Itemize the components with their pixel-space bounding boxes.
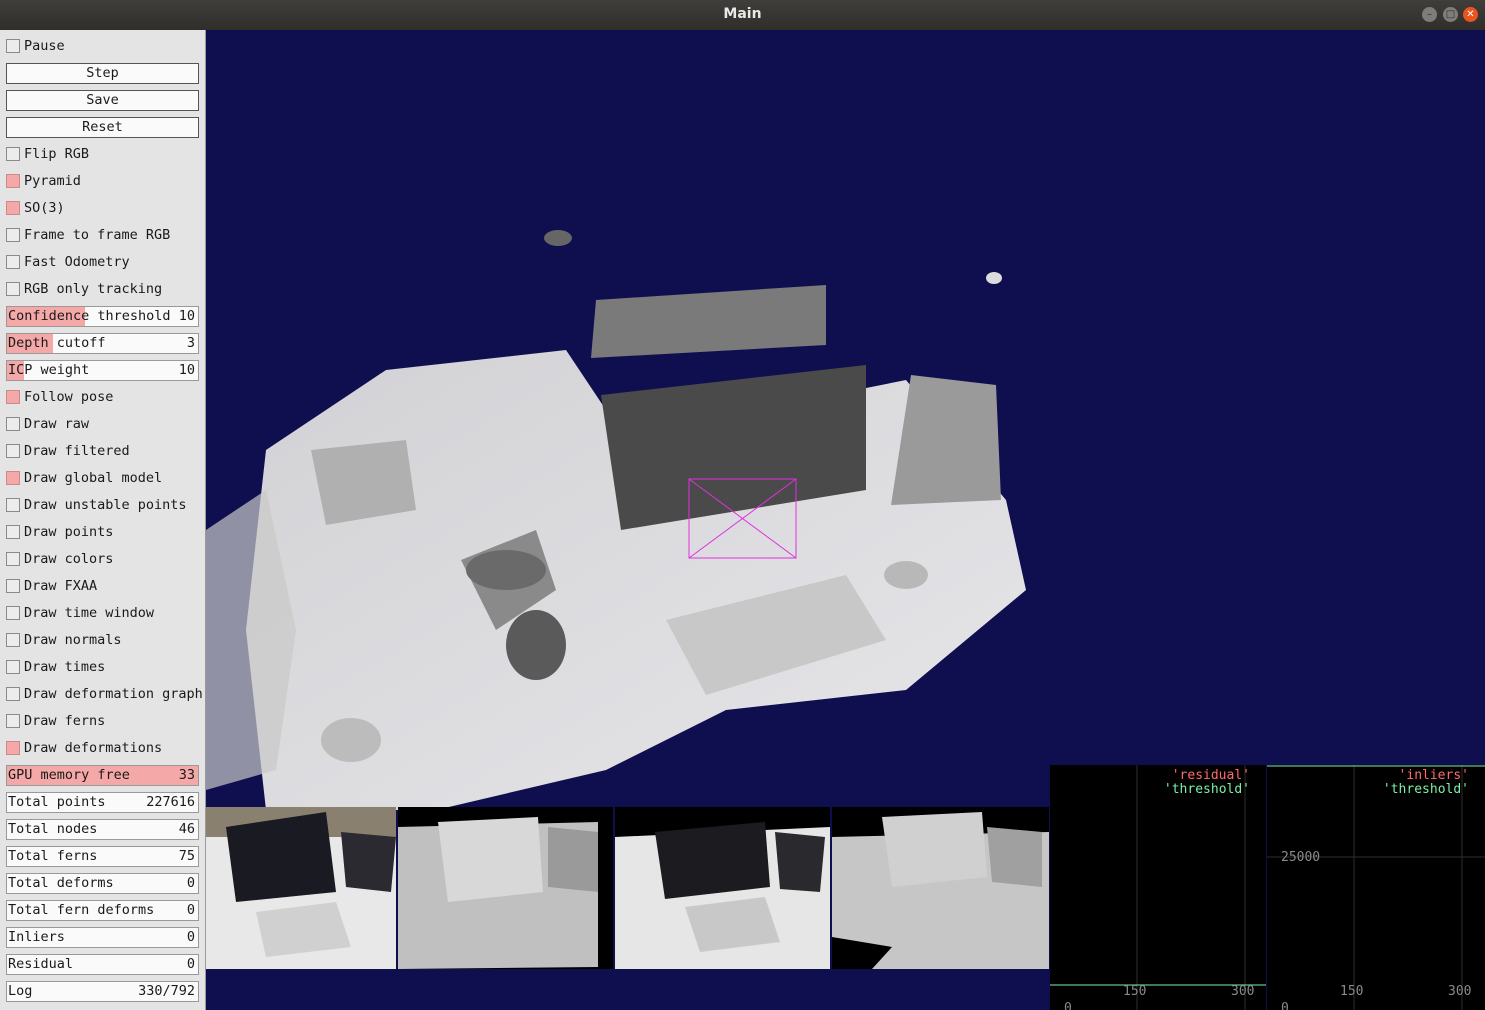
draw-raw-checkbox[interactable]: Draw raw <box>6 415 199 435</box>
checkbox-box[interactable] <box>6 174 20 188</box>
draw-time-window-checkbox[interactable]: Draw time window <box>6 604 199 624</box>
maximize-icon[interactable]: □ <box>1443 7 1458 22</box>
residual-plot-canvas <box>1050 765 1266 1010</box>
pyramid-checkbox[interactable]: Pyramid <box>6 172 199 192</box>
checkbox-box[interactable] <box>6 741 20 755</box>
checkbox-box[interactable] <box>6 579 20 593</box>
frame-to-frame-rgb-checkbox[interactable]: Frame to frame RGB <box>6 226 199 246</box>
flip-rgb-checkbox[interactable]: Flip RGB <box>6 145 199 165</box>
window-titlebar: Main – □ ✕ <box>0 0 1485 30</box>
step-button[interactable]: Step <box>6 63 199 84</box>
draw-ferns-checkbox[interactable]: Draw ferns <box>6 712 199 732</box>
draw-deformation-graph-checkbox[interactable]: Draw deformation graph <box>6 685 203 705</box>
window-title: Main <box>723 6 762 22</box>
object-6 <box>544 230 572 246</box>
residual-plot: 'residual' 'threshold' 150 300 0 <box>1050 765 1266 1010</box>
inliers-plot-canvas <box>1267 765 1485 1010</box>
checkbox-box[interactable] <box>6 255 20 269</box>
fast-odometry-checkbox[interactable]: Fast Odometry <box>6 253 199 273</box>
checkbox-box[interactable] <box>6 660 20 674</box>
object-7 <box>986 272 1002 284</box>
confidence-threshold-slider[interactable]: Confidence threshold 10 <box>6 306 199 327</box>
ytick-25000: 25000 <box>1281 850 1321 865</box>
object-2 <box>311 440 416 525</box>
total-fern-deforms-field: Total fern deforms 0 <box>6 900 199 921</box>
gpu-memory-free-field: GPU memory free 33 <box>6 765 199 786</box>
follow-pose-checkbox[interactable]: Follow pose <box>6 388 199 408</box>
checkbox-box[interactable] <box>6 444 20 458</box>
checkbox-box[interactable] <box>6 714 20 728</box>
minimize-icon[interactable]: – <box>1422 7 1437 22</box>
object-3 <box>466 550 546 590</box>
checkbox-box[interactable] <box>6 687 20 701</box>
ytick-0: 0 <box>1281 1001 1289 1010</box>
checkbox-box[interactable] <box>6 390 20 404</box>
inliers-field: Inliers 0 <box>6 927 199 948</box>
checkbox-box[interactable] <box>6 39 20 53</box>
control-panel: Pause Step Save Reset Flip RGB Pyramid S… <box>0 30 206 1010</box>
depth-cutoff-slider[interactable]: Depth cutoff 3 <box>6 333 199 354</box>
inliers-plot: 'inliers' 'threshold' 25000 150 300 0 <box>1267 765 1485 1010</box>
total-ferns-field: Total ferns 75 <box>6 846 199 867</box>
checkbox-box[interactable] <box>6 282 20 296</box>
checkbox-box[interactable] <box>6 201 20 215</box>
close-icon[interactable]: ✕ <box>1463 7 1478 22</box>
checkbox-box[interactable] <box>6 417 20 431</box>
draw-times-checkbox[interactable]: Draw times <box>6 658 199 678</box>
depth-input-thumbnail <box>398 807 613 969</box>
log-field[interactable]: Log 330/792 <box>6 981 199 1002</box>
legend-threshold: 'threshold' <box>1163 782 1250 797</box>
draw-colors-checkbox[interactable]: Draw colors <box>6 550 199 570</box>
draw-points-checkbox[interactable]: Draw points <box>6 523 199 543</box>
legend-threshold: 'threshold' <box>1382 782 1469 797</box>
checkbox-box[interactable] <box>6 552 20 566</box>
checkbox-box[interactable] <box>6 525 20 539</box>
model-depth-thumbnail <box>832 807 1049 969</box>
save-button[interactable]: Save <box>6 90 199 111</box>
xtick-300: 300 <box>1448 984 1472 999</box>
draw-global-model-checkbox[interactable]: Draw global model <box>6 469 199 489</box>
draw-filtered-checkbox[interactable]: Draw filtered <box>6 442 199 462</box>
pause-checkbox[interactable]: Pause <box>6 37 199 57</box>
draw-normals-checkbox[interactable]: Draw normals <box>6 631 199 651</box>
draw-unstable-points-checkbox[interactable]: Draw unstable points <box>6 496 199 516</box>
xtick-150: 150 <box>1123 984 1147 999</box>
draw-fxaa-checkbox[interactable]: Draw FXAA <box>6 577 199 597</box>
residual-field: Residual 0 <box>6 954 199 975</box>
icp-weight-slider[interactable]: ICP weight 10 <box>6 360 199 381</box>
mug <box>506 610 566 680</box>
xtick-300: 300 <box>1231 984 1255 999</box>
checkbox-box[interactable] <box>6 147 20 161</box>
checkbox-box[interactable] <box>6 633 20 647</box>
reset-button[interactable]: Reset <box>6 117 199 138</box>
total-points-field: Total points 227616 <box>6 792 199 813</box>
rgb-input-thumbnail <box>206 807 396 969</box>
xtick-150: 150 <box>1340 984 1364 999</box>
total-nodes-field: Total nodes 46 <box>6 819 199 840</box>
object-5 <box>321 718 381 762</box>
checkbox-box[interactable] <box>6 228 20 242</box>
rgb-only-tracking-checkbox[interactable]: RGB only tracking <box>6 280 199 300</box>
model-rgb-thumbnail <box>615 807 830 969</box>
legend-inliers: 'inliers' <box>1398 768 1469 783</box>
checkbox-box[interactable] <box>6 471 20 485</box>
total-deforms-field: Total deforms 0 <box>6 873 199 894</box>
draw-deformations-checkbox[interactable]: Draw deformations <box>6 739 199 759</box>
object-4 <box>884 561 928 589</box>
so3-checkbox[interactable]: SO(3) <box>6 199 199 219</box>
checkbox-box[interactable] <box>6 606 20 620</box>
shelf <box>591 285 826 358</box>
ytick-0: 0 <box>1064 1001 1072 1010</box>
checkbox-box[interactable] <box>6 498 20 512</box>
legend-residual: 'residual' <box>1171 768 1250 783</box>
